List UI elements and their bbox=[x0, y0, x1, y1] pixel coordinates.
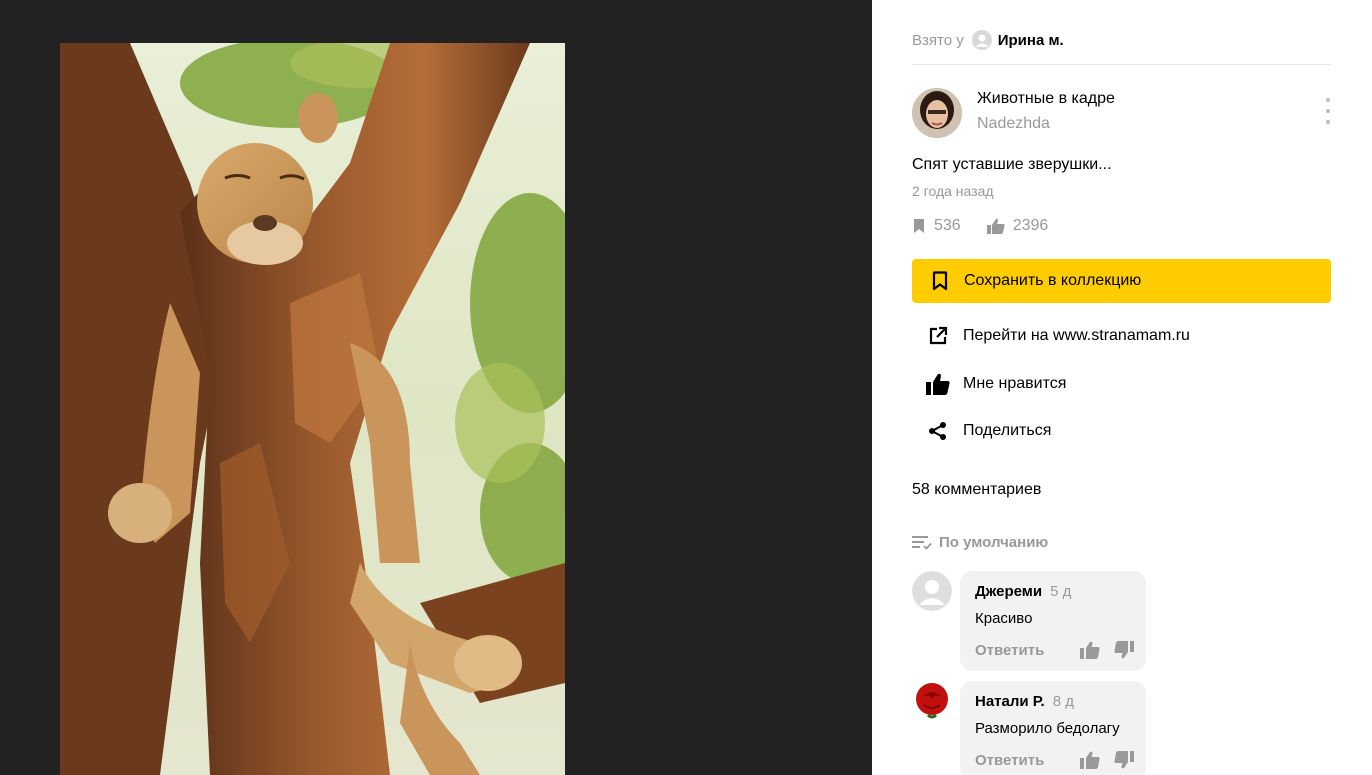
rose-avatar-image bbox=[912, 681, 952, 721]
save-to-collection-button[interactable]: Сохранить в коллекцию bbox=[912, 259, 1331, 303]
thumb-up-icon[interactable] bbox=[1080, 751, 1100, 769]
collection-author[interactable]: Nadezhda bbox=[977, 115, 1050, 133]
share-icon bbox=[928, 422, 946, 440]
comment-bubble: Джереми 5 д Красиво Ответить bbox=[960, 571, 1146, 671]
saves-count: 536 bbox=[934, 217, 961, 234]
collection-title[interactable]: Животные в кадре bbox=[977, 90, 1115, 108]
taken-from-avatar[interactable] bbox=[971, 30, 992, 50]
comment-author[interactable]: Натали Р. bbox=[975, 693, 1045, 710]
sort-label: По умолчанию bbox=[939, 533, 1049, 551]
comment-text: Разморило бедолагу bbox=[975, 720, 1120, 737]
image-viewer bbox=[0, 0, 872, 775]
divider bbox=[912, 64, 1331, 65]
lioness-photo bbox=[60, 43, 565, 775]
comment-avatar[interactable] bbox=[912, 681, 952, 721]
likes-stat: 2396 bbox=[986, 217, 1049, 235]
pin-time-ago: 2 года назад bbox=[912, 183, 994, 199]
bookmark-icon bbox=[932, 271, 948, 291]
taken-from-label: Взято у bbox=[912, 31, 964, 49]
pin-stats: 536 2396 bbox=[912, 215, 1074, 237]
more-vertical-icon[interactable] bbox=[1320, 98, 1336, 124]
thumb-down-icon[interactable] bbox=[1114, 641, 1134, 659]
comment-age: 8 д bbox=[1052, 693, 1074, 710]
likes-count: 2396 bbox=[1012, 217, 1049, 234]
like-label: Мне нравится bbox=[963, 375, 1067, 392]
taken-from-username[interactable]: Ирина м. bbox=[998, 32, 1064, 49]
thumb-up-icon bbox=[925, 373, 950, 395]
comment-text: Красиво bbox=[975, 610, 1033, 627]
sort-icon bbox=[912, 536, 932, 550]
thumb-up-icon[interactable] bbox=[1080, 641, 1100, 659]
goto-source-label: Перейти на www.stranamam.ru bbox=[963, 327, 1190, 344]
comments-count: 58 комментариев bbox=[912, 481, 1042, 498]
goto-source-link[interactable]: Перейти на www.stranamam.ru bbox=[912, 316, 1331, 356]
pin-details-panel: Взято у Ирина м. Животные в кадре Nadezh… bbox=[872, 0, 1372, 775]
taken-from: Взято у Ирина м. bbox=[912, 30, 1064, 50]
external-link-icon bbox=[929, 326, 947, 345]
thumb-up-icon bbox=[986, 218, 1005, 234]
user-avatar-placeholder-icon bbox=[971, 30, 992, 50]
saves-stat: 536 bbox=[912, 217, 961, 235]
collection-avatar[interactable] bbox=[912, 88, 962, 138]
comment-age: 5 д bbox=[1050, 583, 1072, 600]
reply-button[interactable]: Ответить bbox=[975, 752, 1066, 769]
user-avatar-placeholder-icon bbox=[912, 571, 952, 611]
bookmark-icon bbox=[914, 219, 924, 233]
pin-image-lioness-in-tree[interactable] bbox=[60, 43, 565, 775]
thumb-down-icon[interactable] bbox=[1114, 751, 1134, 769]
share-button[interactable]: Поделиться bbox=[912, 411, 1331, 451]
comment-author[interactable]: Джереми bbox=[975, 583, 1042, 600]
like-button[interactable]: Мне нравится bbox=[912, 364, 1331, 404]
share-label: Поделиться bbox=[963, 422, 1052, 439]
reply-button[interactable]: Ответить bbox=[975, 642, 1066, 659]
collection-info: Животные в кадре Nadezhda bbox=[912, 88, 1331, 140]
pin-description: Спят уставшие зверушки... bbox=[912, 156, 1112, 173]
comment-avatar[interactable] bbox=[912, 571, 952, 611]
save-button-label: Сохранить в коллекцию bbox=[964, 272, 1142, 289]
collection-avatar-image bbox=[912, 88, 962, 138]
comment-bubble: Натали Р. 8 д Разморило бедолагу Ответит… bbox=[960, 681, 1146, 775]
comments-sort[interactable]: По умолчанию bbox=[912, 532, 1048, 552]
